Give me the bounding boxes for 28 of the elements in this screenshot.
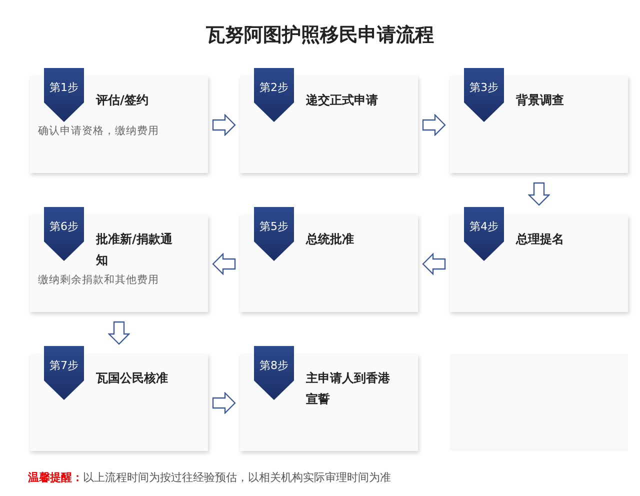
left-arrow-icon — [212, 252, 236, 274]
step-title: 背景调查 — [516, 92, 565, 109]
page-title: 瓦努阿图护照移民申请流程 — [205, 23, 435, 48]
step-description: 确认申请资格，缴纳费用 — [38, 124, 160, 138]
step-badge: 第6步 — [44, 207, 84, 261]
right-arrow-icon — [212, 114, 236, 136]
step-badge: 第4步 — [464, 207, 504, 261]
notice-label: 温馨提醒： — [28, 471, 83, 484]
down-arrow-icon — [528, 182, 550, 206]
step-title: 主申请人到香港宣誓 — [306, 370, 391, 408]
step-title: 总统批准 — [306, 231, 355, 248]
step-title: 递交正式申请 — [306, 92, 379, 109]
notice-text: 以上流程时间为按过往经验预估，以相关机构实际审理时间为准 — [83, 471, 391, 484]
step-title: 评估/签约 — [96, 92, 150, 109]
step-badge: 第3步 — [464, 68, 504, 122]
right-arrow-icon — [212, 392, 236, 414]
step-title: 瓦国公民核准 — [96, 370, 169, 387]
step-title: 批准新/捐款通知 — [96, 231, 174, 269]
step-badge: 第2步 — [254, 68, 294, 122]
step-badge: 第1步 — [44, 68, 84, 122]
step-badge: 第7步 — [44, 346, 84, 400]
step-title: 总理提名 — [516, 231, 565, 248]
step-description: 缴纳剩余捐款和其他费用 — [38, 273, 160, 287]
step-badge: 第5步 — [254, 207, 294, 261]
step-badge: 第8步 — [254, 346, 294, 400]
left-arrow-icon — [422, 252, 446, 274]
down-arrow-icon — [108, 321, 130, 345]
right-arrow-icon — [422, 114, 446, 136]
